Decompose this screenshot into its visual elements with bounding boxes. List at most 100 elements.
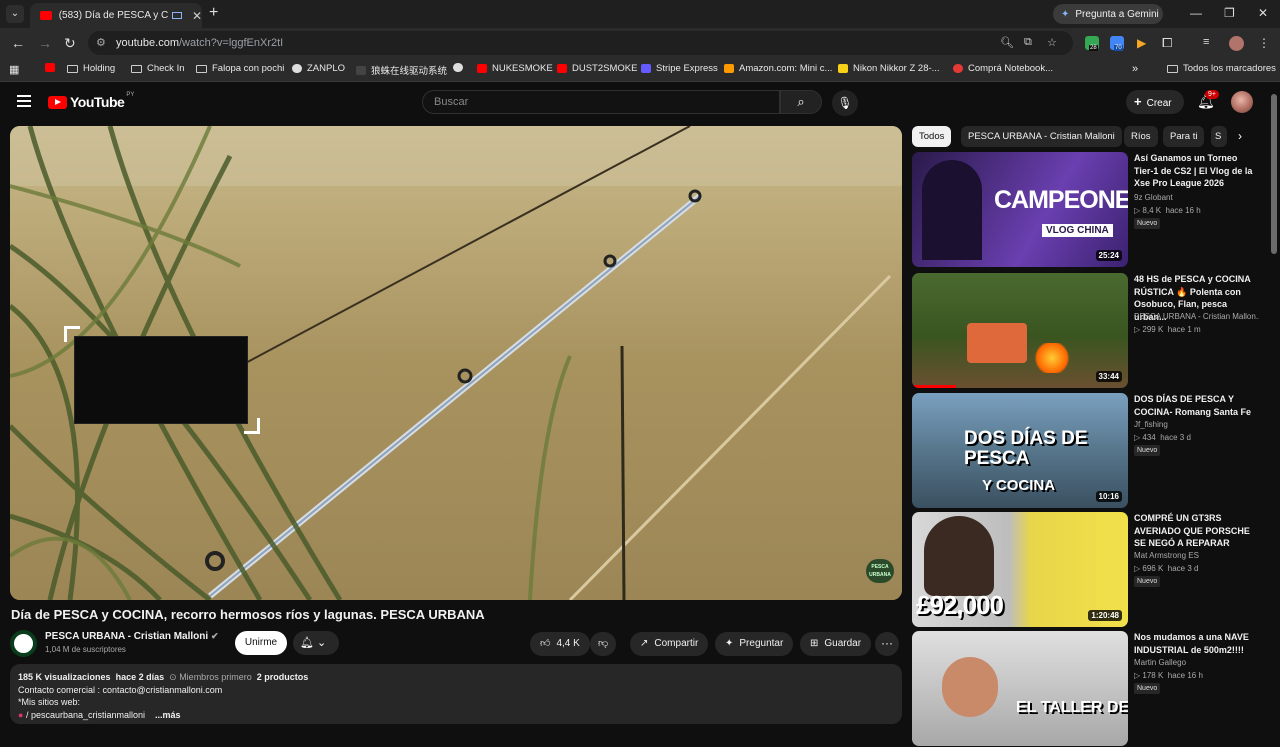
views-icon: ▷ <box>1134 206 1141 215</box>
bookmark-notebook[interactable]: Comprá Notebook... <box>953 63 1053 74</box>
search-input[interactable]: Buscar <box>422 90 780 114</box>
page-scrollbar[interactable] <box>1271 90 1277 720</box>
ask-button[interactable]: ✦ Preguntar <box>715 632 794 656</box>
address-bar[interactable]: ⚙ youtube.com/watch?v=lggfEnXr2tI <box>88 31 1073 55</box>
more-bookmarks-icon[interactable]: » <box>1132 63 1138 75</box>
rec-time: hace 3 d <box>1167 564 1199 573</box>
media-control-icon[interactable]: ≡ <box>1203 36 1209 48</box>
account-avatar[interactable] <box>1231 91 1253 113</box>
like-button[interactable]: 👍︎ 4,4 K <box>530 632 590 656</box>
bookmark-label: Nikon Nikkor Z 28-... <box>853 63 940 74</box>
all-bookmarks[interactable]: Todos los marcadores <box>1167 63 1276 74</box>
video-description[interactable]: 185 K visualizaciones hace 2 días ⊙ Miem… <box>10 664 902 724</box>
maximize-icon[interactable]: ❐ <box>1224 6 1235 20</box>
scrollbar-thumb[interactable] <box>1271 94 1277 254</box>
dislike-button[interactable]: 👎︎ <box>590 632 617 656</box>
bookmark-checkin[interactable]: Check In <box>131 63 185 74</box>
recommendation-item[interactable]: 33:44 48 HS de PESCA y COCINA RÚSTICA 🔥 … <box>912 273 1262 389</box>
members-first: Miembros primero <box>179 672 252 682</box>
chip-all[interactable]: Todos <box>912 126 952 147</box>
reload-icon[interactable]: ↻ <box>64 35 76 52</box>
bookmark-label: DUST2SMOKE <box>572 63 638 74</box>
bookmark-dust2smoke[interactable]: DUST2SMOKE <box>557 63 637 74</box>
search-button[interactable]: ⌕ <box>780 90 822 114</box>
close-tab-icon[interactable]: ✕ <box>192 9 202 23</box>
video-thumbnail[interactable]: DOS DÍAS DE PESCA Y COCINA 10:16 <box>912 393 1128 508</box>
recommendation-item[interactable]: £92,000 1:20:48 COMPRÉ UN GT3RS AVERIADO… <box>912 512 1262 628</box>
bookmark-star-icon[interactable]: ☆ <box>1047 36 1057 49</box>
instagram-link[interactable]: / pescaurbana_cristianmalloni <box>26 710 145 720</box>
bookmark-label: Amazon.com: Mini c... <box>739 63 833 74</box>
recommendation-channel: PESCA URBANA - Cristian Mallon... <box>1134 312 1259 321</box>
save-button[interactable]: ⊞ Guardar <box>800 632 872 656</box>
voice-search-button[interactable]: 🎙︎ <box>832 90 858 116</box>
extensions-puzzle-icon[interactable]: ⧠ <box>1162 35 1172 51</box>
new-tab-button[interactable]: + <box>209 4 218 22</box>
apps-icon[interactable]: ▦ <box>9 63 19 76</box>
minimize-icon[interactable]: — <box>1190 6 1202 20</box>
bookmark-nikon[interactable]: Nikon Nikkor Z 28-... <box>838 63 940 74</box>
channel-avatar[interactable] <box>10 630 37 657</box>
install-icon[interactable]: ⧉ <box>1024 36 1032 49</box>
ask-label: Preguntar <box>739 638 784 649</box>
chevron-right-icon[interactable]: › <box>1238 129 1242 143</box>
views-icon: ▷ <box>1134 564 1141 573</box>
recommendation-item[interactable]: EL TALLER DE Nos mudamos a una NAVE INDU… <box>912 631 1262 747</box>
new-badge: Nuevo <box>1134 576 1161 587</box>
chrome-menu-icon[interactable]: ⋮ <box>1258 36 1270 50</box>
thumbnail-fire <box>1032 343 1072 373</box>
video-thumbnail[interactable]: CAMPEONES VLOG CHINA 25:24 <box>912 152 1128 267</box>
video-player[interactable]: PESCA URBANA <box>10 126 902 600</box>
chip-rios[interactable]: Ríos <box>1124 126 1158 147</box>
close-window-icon[interactable]: ✕ <box>1258 6 1268 20</box>
search-icon: ⌕ <box>797 94 805 109</box>
recommendation-item[interactable]: CAMPEONES VLOG CHINA 25:24 Así Ganamos u… <box>912 152 1262 268</box>
bookmark-falopa[interactable]: Falopa con pochi <box>196 63 284 74</box>
channel-name[interactable]: PESCA URBANA - Cristian Malloni ✔ <box>45 631 219 642</box>
bookmark-globe[interactable] <box>453 63 468 72</box>
profile-avatar[interactable] <box>1229 36 1244 51</box>
more-actions-button[interactable]: ··· <box>875 632 899 656</box>
bookmark-youtube[interactable] <box>45 63 60 72</box>
browser-tab-active[interactable]: (583) Día de PESCA y COCIN ✕ <box>30 3 202 28</box>
show-more-link[interactable]: ...más <box>155 710 181 720</box>
back-icon[interactable]: ← <box>11 35 25 51</box>
thumbnail-text: DOS DÍAS DE PESCA <box>964 428 1088 469</box>
focus-corner-br <box>244 418 260 434</box>
forward-icon[interactable]: → <box>38 35 52 51</box>
video-thumbnail[interactable]: EL TALLER DE <box>912 631 1128 746</box>
bookmark-driver[interactable]: 狼蛛在线驱动系统 <box>356 63 447 77</box>
picture-in-picture-overlay[interactable] <box>74 336 248 424</box>
chip-para-ti[interactable]: Para ti <box>1163 126 1205 147</box>
share-button[interactable]: ↗ Compartir <box>630 632 709 656</box>
chip-partial[interactable]: S <box>1211 126 1227 147</box>
create-label: Crear <box>1146 98 1172 109</box>
create-button[interactable]: + Crear <box>1126 90 1184 114</box>
bookmark-amazon[interactable]: Amazon.com: Mini c... <box>724 63 832 74</box>
site-info-icon[interactable]: ⚙ <box>96 31 106 55</box>
country-code: PY <box>126 92 135 98</box>
bookmark-holding[interactable]: Holding <box>67 63 115 74</box>
youtube-logo[interactable]: YouTube PY <box>48 92 135 110</box>
bookmark-label: Comprá Notebook... <box>968 63 1054 74</box>
upload-date: hace 2 días <box>115 672 165 682</box>
bookmark-label: Falopa con pochi <box>212 63 285 74</box>
chip-channel[interactable]: PESCA URBANA - Cristian Malloni <box>961 126 1122 147</box>
rec-time: hace 16 h <box>1167 671 1203 680</box>
subscribed-bell-button[interactable]: 🔔︎ ⌄ <box>293 631 339 655</box>
gemini-button[interactable]: ✦ Pregunta a Gemini <box>1053 4 1163 24</box>
bookmark-zanplo[interactable]: ZANPLO <box>292 63 345 74</box>
join-button[interactable]: Unirme <box>235 631 287 655</box>
zoom-icon[interactable]: 🔍︎ <box>1000 36 1014 49</box>
gemini-label: Pregunta a Gemini <box>1075 8 1159 20</box>
bookmark-stripe[interactable]: Stripe Express <box>641 63 718 74</box>
channel-watermark[interactable]: PESCA URBANA <box>866 559 894 583</box>
bookmark-nukesmoke[interactable]: NUKESMOKE <box>477 63 553 74</box>
video-thumbnail[interactable]: £92,000 1:20:48 <box>912 512 1128 627</box>
recommendation-channel: 9z Globant <box>1134 193 1173 202</box>
video-thumbnail[interactable]: 33:44 <box>912 273 1128 388</box>
hamburger-menu-icon[interactable] <box>17 95 31 110</box>
extension-3-icon[interactable]: ▶ <box>1137 36 1146 50</box>
tab-search-button[interactable]: ⌄ <box>6 5 24 23</box>
recommendation-item[interactable]: DOS DÍAS DE PESCA Y COCINA 10:16 DOS DÍA… <box>912 393 1262 509</box>
